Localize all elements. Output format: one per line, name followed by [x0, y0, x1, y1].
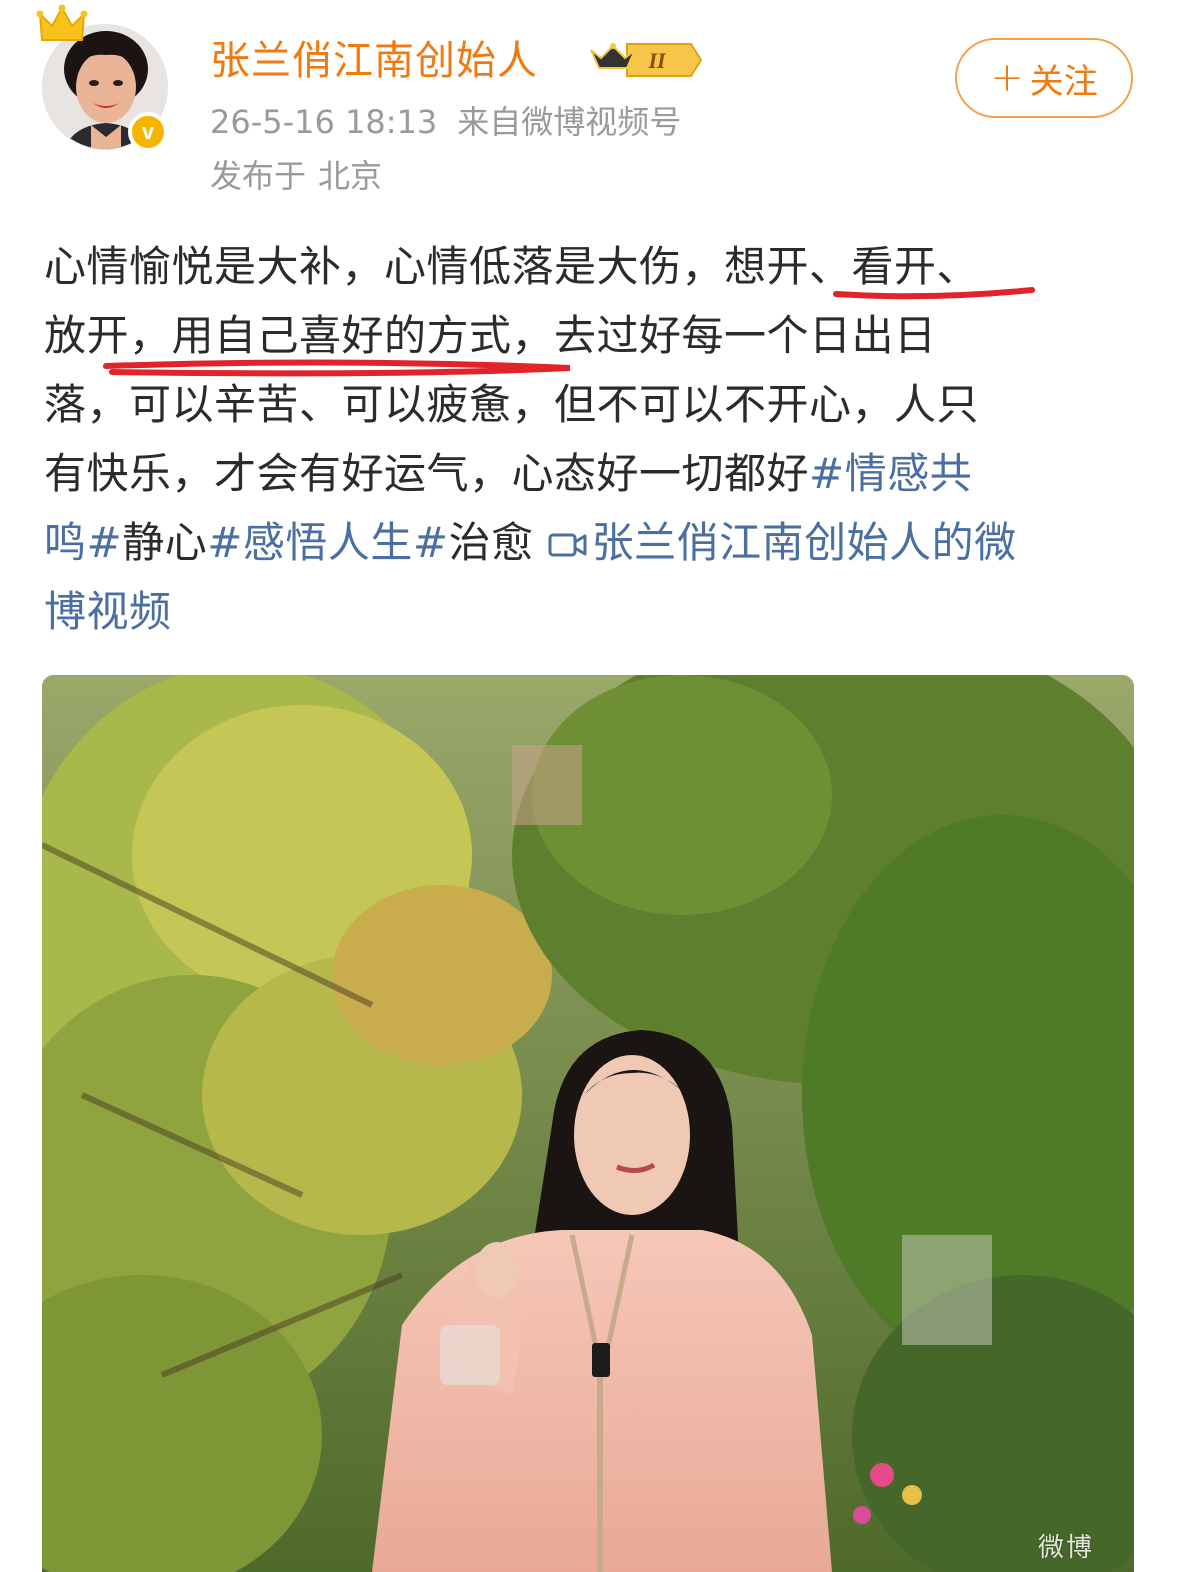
location-label: 发布于 — [210, 157, 307, 195]
text-segment: 静心 — [122, 518, 208, 567]
timestamp: 26-5-16 18:13 — [210, 103, 438, 141]
username[interactable]: 张兰俏江南创始人 — [210, 34, 538, 88]
verified-badge-icon: v — [128, 112, 168, 152]
follow-label: 关注 — [1029, 61, 1098, 102]
garden-photo — [42, 675, 1134, 1572]
post-meta: 26-5-16 18:13 来自微博视频号 — [210, 100, 681, 144]
location-value: 北京 — [318, 157, 383, 195]
hashtag-emotional-resonance[interactable]: #情感共 — [809, 449, 972, 498]
text-segment: 心情愉悦是大补，心情低落是大伤， — [44, 242, 725, 291]
video-link[interactable]: 张兰俏江南创始人的微 — [592, 518, 1017, 567]
member-level-badge-icon[interactable]: II — [587, 38, 705, 82]
watermark: 微博 — [1037, 1533, 1094, 1563]
text-segment: 治愈 — [448, 518, 534, 567]
text-segment: 落，可以辛苦、可以疲惫，但不可以不开心，人只 — [44, 380, 980, 429]
post-line: 有快乐，才会有好运气，心态好一切都好#情感共 — [44, 439, 1134, 508]
plus-icon: + — [990, 55, 1024, 101]
hashtag-emotional-resonance-end[interactable]: 鸣# — [44, 518, 122, 567]
crown-icon — [36, 4, 88, 41]
red-underline-mark — [103, 359, 571, 377]
avatar-container[interactable]: v — [36, 4, 176, 154]
post-line: 落，可以辛苦、可以疲惫，但不可以不开心，人只 — [44, 370, 1134, 439]
post-location: 发布于 北京 — [210, 154, 382, 198]
level-badge-text: II — [647, 48, 667, 73]
post-line: 博视频 — [44, 577, 1134, 646]
hashtag-life-insight[interactable]: #感悟人生# — [207, 518, 448, 567]
text-segment: 有快乐，才会有好运气，心态好一切都好 — [44, 449, 810, 498]
post-line: 鸣#静心#感悟人生#治愈 张兰俏江南创始人的微 — [44, 508, 1134, 577]
red-underline-mark — [833, 287, 1035, 300]
video-link-end[interactable]: 博视频 — [44, 587, 172, 636]
follow-button[interactable]: + 关注 — [955, 38, 1133, 118]
video-camera-icon[interactable] — [548, 530, 588, 560]
post-video-thumbnail[interactable]: 微博 — [42, 675, 1134, 1572]
post-source[interactable]: 来自微博视频号 — [457, 103, 681, 141]
text-segment: 去过好每一个日出日 — [554, 311, 937, 360]
